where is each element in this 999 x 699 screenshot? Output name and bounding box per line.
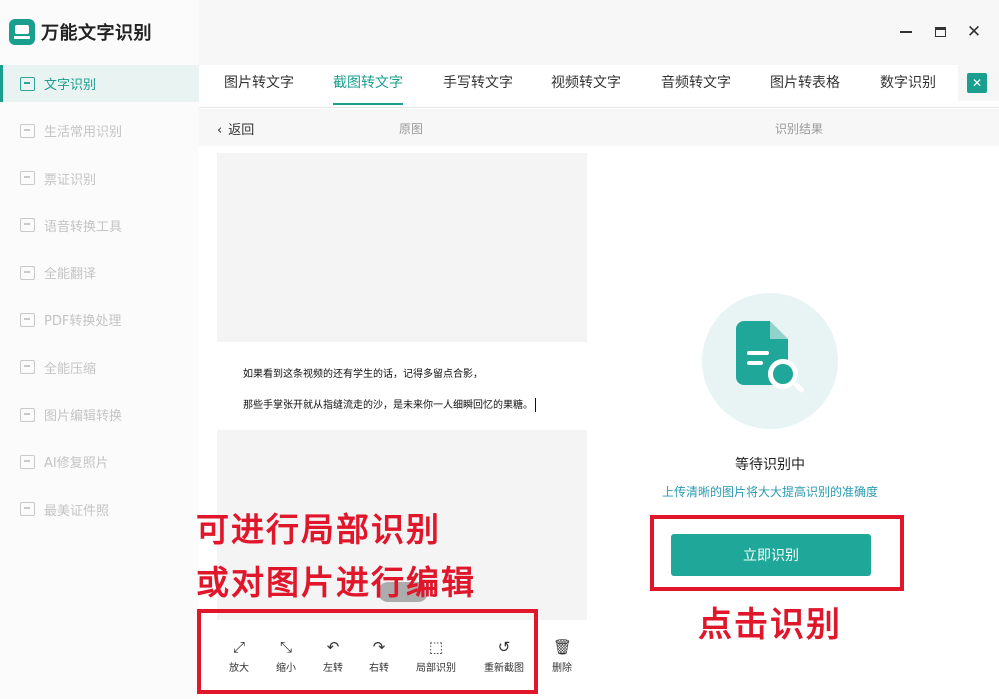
sidebar-item-label: 全能翻译 — [44, 267, 97, 283]
sidebar-item-life-recognition[interactable]: 生活常用识别 — [0, 112, 199, 149]
chevron-left-icon: ‹ — [217, 123, 223, 138]
back-label: 返回 — [228, 123, 255, 138]
sidebar-item-label: 语音转换工具 — [44, 219, 123, 235]
sidebar-item-image-edit[interactable]: 图片编辑转换 — [0, 396, 199, 433]
result-label: 识别结果 — [775, 122, 824, 136]
ticket-scan-icon — [20, 171, 35, 186]
app-title: 万能文字识别 — [41, 23, 152, 44]
document-line: 如果看到这条视频的还有学生的话，记得多留点合影， — [243, 369, 483, 380]
annotation-left-line1: 可进行局部识别 — [196, 510, 441, 549]
minimize-button[interactable] — [896, 22, 916, 42]
close-button[interactable]: ✕ — [964, 22, 984, 42]
tab-image-to-table[interactable]: 图片转表格 — [770, 65, 840, 107]
sidebar-item-compress[interactable]: 全能压缩 — [0, 349, 199, 386]
title-bar: ✕ — [199, 0, 999, 65]
document-line-with-caret: 那些手掌张开就从指缝流走的沙，是未来你一人细瞬回忆的果糖。 — [243, 396, 536, 412]
delete-button[interactable]: 🗑 删除 — [552, 638, 572, 674]
tab-bar: 图片转文字 截图转文字 手写转文字 视频转文字 音频转文字 图片转表格 数字识别… — [199, 65, 999, 108]
sidebar-item-label: AI修复照片 — [44, 456, 109, 472]
sidebar-item-pdf[interactable]: PDF转换处理 — [0, 301, 199, 338]
sidebar-item-text-recognition[interactable]: 文字识别 — [0, 65, 199, 102]
sidebar-item-label: 最美证件照 — [44, 503, 110, 519]
sidebar-item-label: 票证识别 — [44, 172, 97, 188]
sidebar-item-label: 图片编辑转换 — [44, 409, 123, 425]
sidebar-item-voice-tools[interactable]: 语音转换工具 — [0, 207, 199, 244]
sidebar-item-label: 全能压缩 — [44, 361, 97, 377]
sidebar-item-id-photo[interactable]: 最美证件照 — [0, 491, 199, 528]
tab-handwriting-to-text[interactable]: 手写转文字 — [443, 65, 513, 107]
annotation-left-line2: 或对图片进行编辑 — [196, 563, 476, 602]
minimize-icon — [900, 31, 912, 33]
status-hint: 上传清晰的图片将大大提高识别的准确度 — [661, 485, 878, 499]
tab-digit-recognition[interactable]: 数字识别 — [880, 65, 936, 107]
translate-icon — [20, 265, 35, 280]
pdf-icon — [20, 312, 35, 327]
original-label: 原图 — [399, 122, 424, 136]
delete-icon: 🗑 — [553, 638, 573, 656]
waiting-illustration — [702, 293, 838, 429]
status-title: 等待识别中 — [735, 457, 805, 473]
tab-image-to-text[interactable]: 图片转文字 — [224, 65, 294, 107]
sidebar-item-label: 文字识别 — [44, 78, 97, 93]
sidebar-item-photo-repair[interactable]: AI修复照片 — [0, 443, 199, 480]
app-window: 万能文字识别 文字识别 生活常用识别 票证识别 语音转换工具 全能翻译 PDF转… — [0, 0, 999, 699]
document-line: 那些手掌张开就从指缝流走的沙，是未来你一人细瞬回忆的果糖。 — [243, 400, 533, 411]
sidebar-item-translate[interactable]: 全能翻译 — [0, 254, 199, 291]
close-icon: ✕ — [966, 21, 982, 42]
text-caret — [535, 398, 536, 412]
annotation-right: 点击识别 — [698, 605, 842, 645]
back-button[interactable]: ‹ 返回 — [217, 119, 254, 138]
close-icon: ✕ — [971, 76, 983, 90]
sidebar-item-label: 生活常用识别 — [44, 125, 123, 141]
tool-label: 删除 — [552, 663, 572, 674]
maximize-icon — [934, 27, 946, 37]
tab-scroll-area: ✕ — [958, 65, 999, 101]
sidebar-item-ticket-recognition[interactable]: 票证识别 — [0, 160, 199, 197]
scan-icon — [20, 123, 35, 138]
annotation-toolbar-box — [197, 609, 538, 694]
tab-audio-to-text[interactable]: 音频转文字 — [661, 65, 731, 107]
image-region-top — [217, 153, 587, 342]
tab-more-button[interactable]: ✕ — [967, 73, 987, 93]
id-photo-icon — [20, 502, 35, 517]
tab-screenshot-to-text[interactable]: 截图转文字 — [333, 65, 403, 107]
voice-icon — [20, 218, 35, 233]
text-recognition-icon — [20, 76, 35, 91]
sidebar-nav: 文字识别 生活常用识别 票证识别 语音转换工具 全能翻译 PDF转换处理 全能压… — [0, 65, 199, 538]
image-edit-icon — [20, 407, 35, 422]
tab-video-to-text[interactable]: 视频转文字 — [551, 65, 621, 107]
photo-repair-icon — [20, 454, 35, 469]
annotation-button-box — [650, 515, 904, 591]
sub-header: ‹ 返回 原图 识别结果 — [199, 109, 999, 146]
magnifier-handle — [792, 381, 806, 394]
app-logo-icon — [9, 19, 35, 45]
app-logo: 万能文字识别 — [9, 18, 152, 46]
compress-icon — [20, 360, 35, 375]
sidebar-item-label: PDF转换处理 — [44, 314, 122, 330]
maximize-button[interactable] — [930, 22, 950, 42]
sidebar: 万能文字识别 文字识别 生活常用识别 票证识别 语音转换工具 全能翻译 PDF转… — [0, 0, 199, 699]
